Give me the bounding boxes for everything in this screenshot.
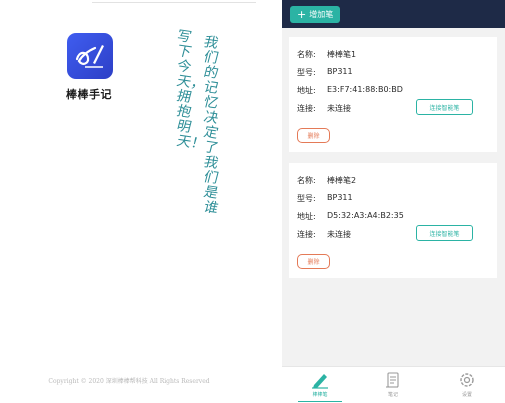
pen-address-row: 地址: D5:32:A3:A4:B2:35: [297, 211, 404, 222]
delete-pen-button[interactable]: 删除: [297, 128, 330, 143]
plus-icon: +: [297, 8, 307, 21]
delete-pen-button[interactable]: 删除: [297, 254, 330, 269]
tab-notes[interactable]: 笔记: [363, 370, 423, 398]
pen-card: 名称: 棒棒笔2 型号: BP311 地址: D5:32:A3:A4:B2:35…: [289, 163, 497, 278]
address-label: 地址:: [297, 212, 316, 221]
scroll-icon: [363, 370, 423, 390]
tab-pen[interactable]: 棒棒笔: [290, 370, 350, 398]
address-label: 地址:: [297, 86, 316, 95]
poem-line-2: 写下今天，拥抱明天！: [176, 27, 204, 153]
divider: [92, 0, 256, 3]
pen-icon: [290, 370, 350, 390]
app-name: 棒棒手记: [66, 88, 112, 101]
tab-settings-label: 设置: [461, 392, 472, 398]
name-label: 名称:: [297, 50, 316, 59]
pen-status-row: 连接: 未连接: [297, 103, 351, 114]
splash-screen: 棒棒手记 写下今天，拥抱明天！ 我们的记忆决定了我们是谁 Copyright ©…: [0, 0, 258, 403]
pen-name: 棒棒笔1: [327, 50, 357, 59]
pen-status: 未连接: [327, 230, 351, 239]
pen-model: BP311: [327, 193, 353, 202]
pen-card: 名称: 棒棒笔1 型号: BP311 地址: E3:F7:41:88:B0:BD…: [289, 37, 497, 152]
connect-pen-button[interactable]: 连接智能笔: [416, 225, 473, 241]
pen-name-row: 名称: 棒棒笔2: [297, 175, 356, 186]
app-bar: + 增加笔: [282, 0, 505, 28]
pen-list-screen: + 增加笔 名称: 棒棒笔1 型号: BP311 地址: E3:F7:41:88…: [282, 0, 505, 403]
active-tab-indicator: [298, 401, 342, 402]
pen-address: D5:32:A3:A4:B2:35: [327, 211, 404, 220]
add-pen-button[interactable]: + 增加笔: [290, 6, 341, 23]
gear-icon: [437, 370, 497, 390]
tab-pen-label: 棒棒笔: [312, 392, 328, 398]
pen-model-row: 型号: BP311: [297, 67, 353, 78]
pen-model-row: 型号: BP311: [297, 193, 353, 204]
model-label: 型号:: [297, 194, 316, 203]
pen-alpha-icon: [67, 33, 113, 79]
pen-status: 未连接: [327, 104, 351, 113]
connect-pen-button[interactable]: 连接智能笔: [416, 99, 473, 115]
pen-address-row: 地址: E3:F7:41:88:B0:BD: [297, 85, 403, 96]
pen-model: BP311: [327, 67, 353, 76]
add-pen-label: 增加笔: [309, 10, 334, 19]
pen-name: 棒棒笔2: [327, 176, 357, 185]
pen-address: E3:F7:41:88:B0:BD: [327, 85, 403, 94]
pen-status-row: 连接: 未连接: [297, 229, 351, 240]
pen-name-row: 名称: 棒棒笔1: [297, 49, 356, 60]
bottom-tab-bar: 棒棒笔 笔记 设置: [282, 366, 505, 403]
poem-line-1: 我们的记忆决定了我们是谁: [203, 33, 217, 217]
connection-label: 连接:: [297, 104, 316, 113]
copyright-text: Copyright © 2020 深圳棒棒帮科技 All Rights Rese…: [48, 378, 210, 385]
name-label: 名称:: [297, 176, 316, 185]
connection-label: 连接:: [297, 230, 316, 239]
tab-settings[interactable]: 设置: [437, 370, 497, 398]
tab-notes-label: 笔记: [387, 392, 398, 398]
model-label: 型号:: [297, 68, 316, 77]
